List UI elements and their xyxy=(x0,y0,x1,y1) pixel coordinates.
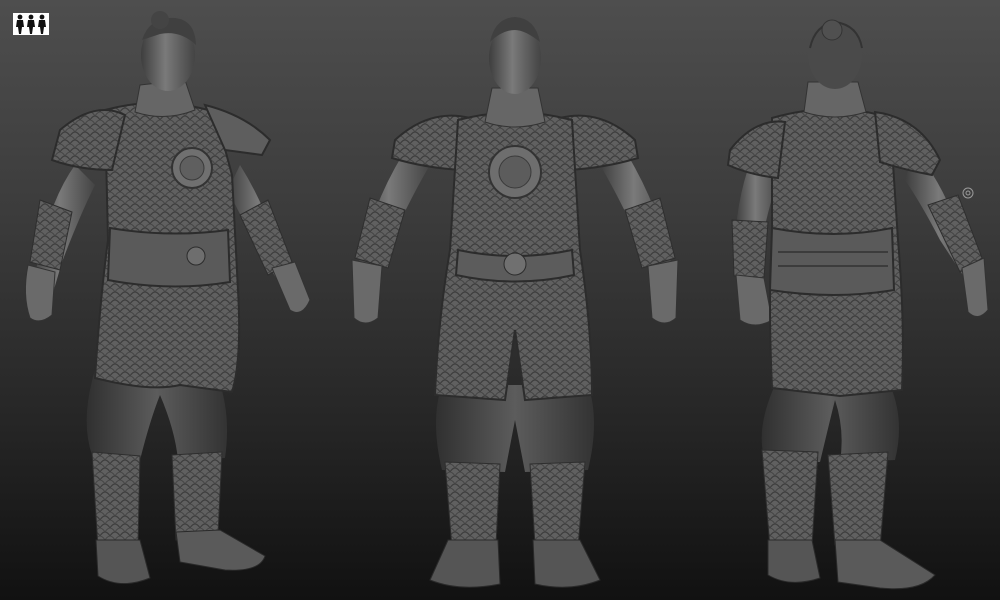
viewport xyxy=(0,0,1000,600)
three-quarter-view xyxy=(0,0,330,600)
front-view xyxy=(330,0,700,600)
back-view xyxy=(700,0,1000,600)
